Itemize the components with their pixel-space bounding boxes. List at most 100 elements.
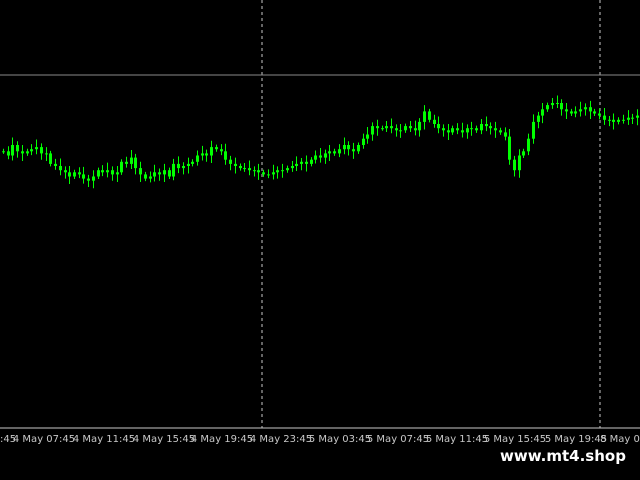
candle-body <box>120 161 123 173</box>
candle-body <box>248 168 251 171</box>
candle-body <box>21 151 24 154</box>
candle-body <box>201 153 204 156</box>
candle-body <box>541 109 544 116</box>
candle-body <box>215 147 218 150</box>
candle-body <box>272 172 275 175</box>
candle-body <box>243 168 246 170</box>
candle-body <box>220 149 223 152</box>
candle-body <box>381 128 384 130</box>
candle-body <box>603 115 606 120</box>
price-chart[interactable]: 4 May 07:45 4 May 11:45 4 May 15:45 4 May 1… <box>0 0 640 480</box>
candle-body <box>362 138 365 145</box>
candle-body <box>54 163 57 166</box>
candle-body <box>324 153 327 158</box>
candle-body <box>49 153 52 164</box>
candle-body <box>281 170 284 172</box>
candle-body <box>168 170 171 177</box>
x-tick-label-cut: :45 <box>0 434 16 445</box>
candle-body <box>404 126 407 131</box>
candle-body <box>253 170 256 172</box>
candle-body <box>286 168 289 171</box>
candle-body <box>527 138 530 152</box>
candle-body <box>357 145 360 152</box>
candle-body <box>352 149 355 152</box>
candle-body <box>499 130 502 133</box>
candle-body <box>489 126 492 129</box>
candle-body <box>570 111 573 114</box>
candle-body <box>257 170 260 173</box>
candle-body <box>399 130 402 132</box>
x-tick-label: 4 May 07:45 <box>13 434 75 445</box>
candle-body <box>2 151 5 153</box>
candle-body <box>627 117 630 120</box>
candle-body <box>291 166 294 169</box>
candle-body <box>177 163 180 169</box>
x-tick-label: 5 May 11:45 <box>426 434 488 445</box>
candle-body <box>338 149 341 154</box>
candle-body <box>116 172 119 175</box>
candle-body <box>565 109 568 112</box>
candle-body <box>139 168 142 175</box>
candle-body <box>461 130 464 133</box>
candle-body <box>584 107 587 110</box>
candle-body <box>560 103 563 110</box>
candle-body <box>442 128 445 131</box>
candle-body <box>385 126 388 129</box>
candle-body <box>409 126 412 129</box>
candle-body <box>187 163 190 166</box>
candle-body <box>328 151 331 154</box>
candle-body <box>447 130 450 133</box>
candle-body <box>333 151 336 154</box>
candle-body <box>343 145 346 150</box>
candle-body <box>617 119 620 122</box>
candle-body <box>134 157 137 169</box>
candle-body <box>300 161 303 164</box>
candle-body <box>395 128 398 131</box>
candle-body <box>494 128 497 131</box>
candle-body <box>97 170 100 177</box>
candle-body <box>423 111 426 122</box>
candle-body <box>456 128 459 131</box>
candle-body <box>589 107 592 112</box>
candle-body <box>451 128 454 133</box>
x-tick-label: 5 May 03:45 <box>309 434 371 445</box>
candle-body <box>310 159 313 164</box>
candle-body <box>239 166 242 169</box>
candle-body <box>16 145 19 152</box>
candle-body <box>612 119 615 122</box>
candle-body <box>376 126 379 129</box>
candle-body <box>546 105 549 110</box>
candle-body <box>314 155 317 160</box>
candle-body <box>537 115 540 122</box>
candle-body <box>125 161 128 164</box>
candle-body <box>26 151 29 154</box>
candle-body <box>78 172 81 175</box>
candle-body <box>347 145 350 150</box>
candle-body <box>191 161 194 164</box>
candle-body <box>267 174 270 176</box>
candle-body <box>205 153 208 156</box>
candle-body <box>433 119 436 124</box>
candle-body <box>622 119 625 121</box>
candle-body <box>636 115 639 118</box>
candle-body <box>598 113 601 116</box>
chart-canvas: 4 May 07:454 May 11:454 May 15:454 May 1… <box>0 0 640 445</box>
x-tick-label: 4 May 23:45 <box>250 434 312 445</box>
candle-body <box>319 155 322 158</box>
candle-body <box>59 166 62 171</box>
watermark-label: www.mt4.shop <box>496 444 630 468</box>
candle-body <box>428 111 431 120</box>
candle-body <box>480 124 483 131</box>
candle-body <box>574 111 577 114</box>
candle-body <box>149 176 152 179</box>
candle-body <box>130 157 133 164</box>
x-tick-label: 5 May 07:45 <box>367 434 429 445</box>
candle-body <box>551 103 554 106</box>
x-tick-label: 4 May 11:45 <box>73 434 135 445</box>
candle-body <box>485 124 488 127</box>
candle-body <box>593 111 596 114</box>
candle-body <box>262 172 265 175</box>
candle-body <box>35 147 38 150</box>
candle-body <box>508 136 511 160</box>
candle-body <box>470 128 473 130</box>
